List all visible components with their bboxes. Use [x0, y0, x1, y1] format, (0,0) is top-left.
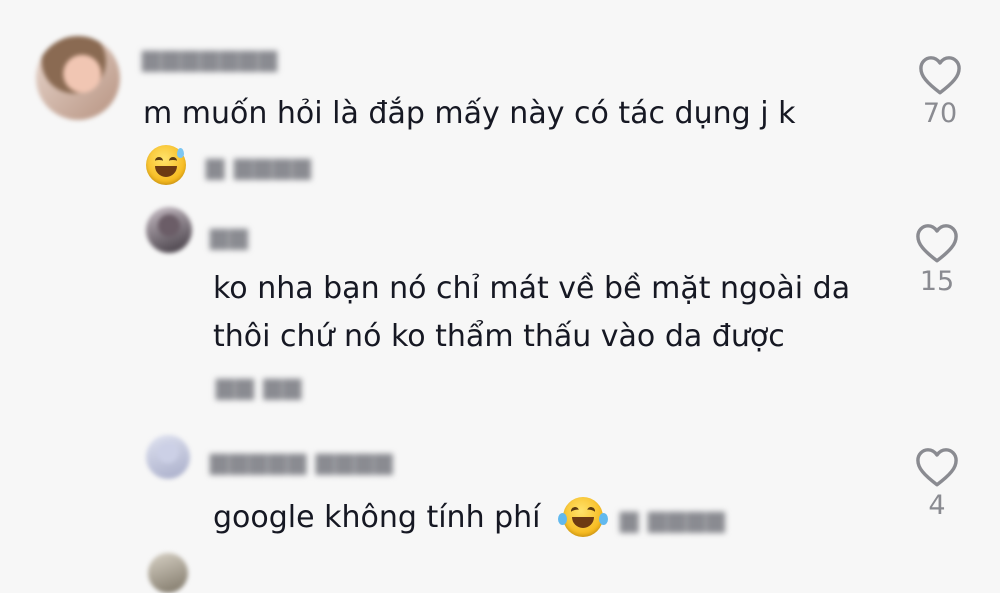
comment-text-line-1: ko nha bạn nó chỉ mát về bề mặt ngoài da: [213, 271, 851, 306]
username-blurred[interactable]: ▆▆▆▆▆▆▆: [142, 44, 277, 72]
timestamp-blurred: ▆ ▆▆▆▆: [620, 505, 726, 533]
avatar[interactable]: [146, 435, 190, 479]
avatar[interactable]: [146, 207, 192, 253]
like-count: 4: [928, 490, 946, 521]
like-block: 15: [907, 222, 967, 297]
heart-outline-icon[interactable]: [914, 446, 960, 488]
face-with-tears-of-joy-icon: [558, 497, 608, 537]
timestamp-blurred: ▆▆ ▆▆: [216, 372, 303, 400]
like-count: 70: [922, 98, 958, 129]
username-blurred[interactable]: ▆▆: [210, 222, 260, 250]
username-blurred[interactable]: ▆▆▆▆▆ ▆▆▆▆: [210, 447, 400, 475]
grinning-face-with-sweat-icon: [146, 145, 186, 185]
comment-text: m muốn hỏi là đắp mấy này có tác dụng j …: [143, 96, 796, 131]
avatar[interactable]: [148, 553, 188, 593]
like-count: 15: [919, 266, 955, 297]
timestamp-blurred: ▆ ▆▆▆▆: [206, 152, 312, 180]
avatar[interactable]: [36, 36, 120, 120]
comment-list: ▆▆▆▆▆▆▆ m muốn hỏi là đắp mấy này có tác…: [0, 0, 1000, 593]
comment-text: google không tính phí: [213, 500, 541, 535]
comment-text-line-2: thôi chứ nó ko thẩm thấu vào da được: [213, 319, 785, 354]
like-block: 4: [907, 446, 967, 521]
heart-outline-icon[interactable]: [917, 54, 963, 96]
heart-outline-icon[interactable]: [914, 222, 960, 264]
like-block: 70: [910, 54, 970, 129]
